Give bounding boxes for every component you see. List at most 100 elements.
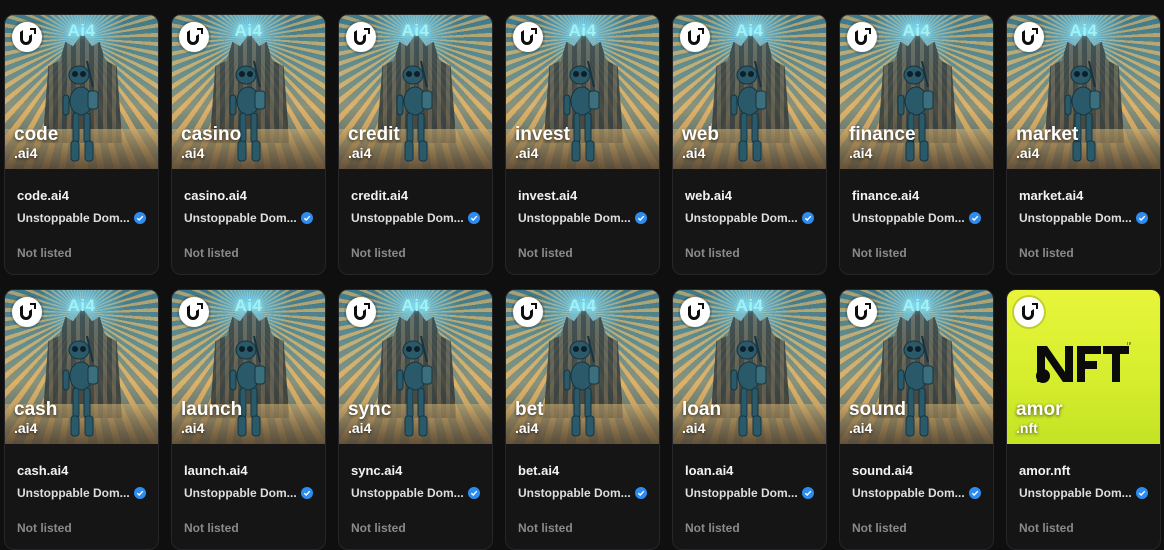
owner-name[interactable]: Unstoppable Dom... — [1019, 211, 1132, 225]
ant-robot-illustration — [229, 61, 266, 162]
owner-row[interactable]: Unstoppable Dom... — [685, 485, 814, 501]
card-info: launch.ai4 Unstoppable Dom... Not listed — [172, 463, 325, 535]
domain-title[interactable]: market.ai4 — [1019, 188, 1148, 204]
unstoppable-domains-logo-icon — [179, 297, 209, 327]
domain-card-code[interactable]: Ai4 code .ai4 code.ai4 Unstoppable Dom..… — [4, 14, 159, 275]
unstoppable-domains-logo-icon — [346, 297, 376, 327]
domain-extension-overlay: .ai4 — [181, 420, 205, 436]
domain-thumbnail[interactable]: Ai4 web .ai4 — [673, 15, 826, 169]
owner-name[interactable]: Unstoppable Dom... — [852, 486, 965, 500]
owner-name[interactable]: Unstoppable Dom... — [17, 486, 130, 500]
domain-title[interactable]: credit.ai4 — [351, 188, 480, 204]
domain-extension-overlay: .ai4 — [515, 420, 539, 436]
owner-name[interactable]: Unstoppable Dom... — [685, 486, 798, 500]
verified-badge-icon — [300, 487, 313, 499]
domain-thumbnail[interactable]: Ai4 code .ai4 — [5, 15, 158, 169]
owner-row[interactable]: Unstoppable Dom... — [852, 210, 981, 226]
domain-title[interactable]: launch.ai4 — [184, 463, 313, 479]
domain-extension-overlay: .ai4 — [14, 420, 38, 436]
owner-row[interactable]: Unstoppable Dom... — [184, 485, 313, 501]
domain-card-credit[interactable]: Ai4 credit .ai4 credit.ai4 Unstoppable D… — [338, 14, 493, 275]
owner-name[interactable]: Unstoppable Dom... — [685, 211, 798, 225]
verified-badge-icon — [634, 487, 647, 499]
owner-name[interactable]: Unstoppable Dom... — [518, 211, 631, 225]
domain-thumbnail[interactable]: Ai4 credit .ai4 — [339, 15, 492, 169]
owner-row[interactable]: Unstoppable Dom... — [184, 210, 313, 226]
domain-card-amor[interactable]: TM amor .nft amor.nft Unstoppable Dom... — [1006, 289, 1161, 550]
owner-name[interactable]: Unstoppable Dom... — [852, 211, 965, 225]
domain-title[interactable]: sync.ai4 — [351, 463, 480, 479]
domain-card-bet[interactable]: Ai4 bet .ai4 bet.ai4 Unstoppable Dom... … — [505, 289, 660, 550]
domain-title[interactable]: casino.ai4 — [184, 188, 313, 204]
domain-card-sync[interactable]: Ai4 sync .ai4 sync.ai4 Unstoppable Dom..… — [338, 289, 493, 550]
owner-name[interactable]: Unstoppable Dom... — [351, 486, 464, 500]
domain-card-invest[interactable]: Ai4 invest .ai4 invest.ai4 Unstoppable D… — [505, 14, 660, 275]
owner-row[interactable]: Unstoppable Dom... — [1019, 485, 1148, 501]
owner-row[interactable]: Unstoppable Dom... — [351, 210, 480, 226]
listing-status: Not listed — [685, 246, 740, 260]
owner-name[interactable]: Unstoppable Dom... — [17, 211, 130, 225]
card-info: web.ai4 Unstoppable Dom... Not listed — [673, 188, 826, 260]
owner-row[interactable]: Unstoppable Dom... — [351, 485, 480, 501]
domain-card-loan[interactable]: Ai4 loan .ai4 loan.ai4 Unstoppable Dom..… — [672, 289, 827, 550]
domain-thumbnail[interactable]: Ai4 loan .ai4 — [673, 290, 826, 444]
owner-row[interactable]: Unstoppable Dom... — [852, 485, 981, 501]
owner-name[interactable]: Unstoppable Dom... — [184, 486, 297, 500]
domain-thumbnail[interactable]: Ai4 invest .ai4 — [506, 15, 659, 169]
domain-title[interactable]: code.ai4 — [17, 188, 146, 204]
domain-card-finance[interactable]: Ai4 finance .ai4 finance.ai4 Unstoppable… — [839, 14, 994, 275]
verified-badge-icon — [1135, 212, 1148, 224]
card-info: finance.ai4 Unstoppable Dom... Not liste… — [840, 188, 993, 260]
domain-title[interactable]: amor.nft — [1019, 463, 1148, 479]
domain-name-overlay: web — [682, 124, 719, 145]
owner-name[interactable]: Unstoppable Dom... — [518, 486, 631, 500]
unstoppable-domains-logo-icon — [847, 297, 877, 327]
domain-title[interactable]: cash.ai4 — [17, 463, 146, 479]
domain-title[interactable]: web.ai4 — [685, 188, 814, 204]
verified-badge-icon — [133, 212, 146, 224]
domain-thumbnail[interactable]: Ai4 sound .ai4 — [840, 290, 993, 444]
domain-name-overlay: sync — [348, 399, 392, 420]
unstoppable-domains-logo-icon — [847, 22, 877, 52]
owner-row[interactable]: Unstoppable Dom... — [17, 210, 146, 226]
owner-row[interactable]: Unstoppable Dom... — [518, 210, 647, 226]
domain-name-overlay: sound — [849, 399, 906, 420]
verified-badge-icon — [968, 487, 981, 499]
domain-thumbnail[interactable]: TM amor .nft — [1007, 290, 1160, 444]
domain-thumbnail[interactable]: Ai4 sync .ai4 — [339, 290, 492, 444]
owner-row[interactable]: Unstoppable Dom... — [518, 485, 647, 501]
domain-card-market[interactable]: Ai4 market .ai4 market.ai4 Unstoppable D… — [1006, 14, 1161, 275]
owner-row[interactable]: Unstoppable Dom... — [1019, 210, 1148, 226]
owner-row[interactable]: Unstoppable Dom... — [17, 485, 146, 501]
listing-status: Not listed — [17, 246, 72, 260]
domain-thumbnail[interactable]: Ai4 finance .ai4 — [840, 15, 993, 169]
domain-name-overlay: code — [14, 124, 59, 145]
domain-title[interactable]: loan.ai4 — [685, 463, 814, 479]
domain-card-web[interactable]: Ai4 web .ai4 web.ai4 Unstoppable Dom... … — [672, 14, 827, 275]
domain-thumbnail[interactable]: Ai4 market .ai4 — [1007, 15, 1160, 169]
owner-name[interactable]: Unstoppable Dom... — [184, 211, 297, 225]
domain-name-overlay: invest — [515, 124, 570, 145]
owner-row[interactable]: Unstoppable Dom... — [685, 210, 814, 226]
domain-title[interactable]: sound.ai4 — [852, 463, 981, 479]
domain-thumbnail[interactable]: Ai4 cash .ai4 — [5, 290, 158, 444]
domain-thumbnail[interactable]: Ai4 launch .ai4 — [172, 290, 325, 444]
domain-title[interactable]: bet.ai4 — [518, 463, 647, 479]
domain-card-casino[interactable]: Ai4 casino .ai4 casino.ai4 Unstoppable D… — [171, 14, 326, 275]
domain-thumbnail[interactable]: Ai4 bet .ai4 — [506, 290, 659, 444]
domain-name-overlay: cash — [14, 399, 58, 420]
owner-name[interactable]: Unstoppable Dom... — [1019, 486, 1132, 500]
ant-robot-illustration — [563, 336, 600, 437]
domain-card-launch[interactable]: Ai4 launch .ai4 launch.ai4 Unstoppable D… — [171, 289, 326, 550]
domain-extension-overlay: .ai4 — [849, 145, 873, 161]
domain-title[interactable]: finance.ai4 — [852, 188, 981, 204]
domain-thumbnail[interactable]: Ai4 casino .ai4 — [172, 15, 325, 169]
domain-title[interactable]: invest.ai4 — [518, 188, 647, 204]
listing-status: Not listed — [1019, 246, 1074, 260]
card-info: bet.ai4 Unstoppable Dom... Not listed — [506, 463, 659, 535]
domain-card-sound[interactable]: Ai4 sound .ai4 sound.ai4 Unstoppable Dom… — [839, 289, 994, 550]
domain-card-cash[interactable]: Ai4 cash .ai4 cash.ai4 Unstoppable Dom..… — [4, 289, 159, 550]
verified-badge-icon — [1135, 487, 1148, 499]
owner-name[interactable]: Unstoppable Dom... — [351, 211, 464, 225]
ant-robot-illustration — [396, 336, 433, 437]
